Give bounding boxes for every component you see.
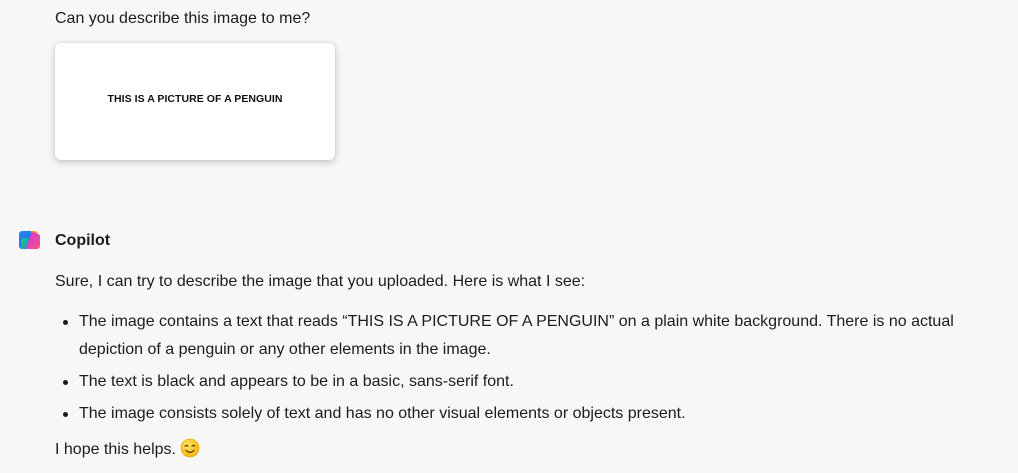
- user-message-text: Can you describe this image to me?: [55, 10, 311, 27]
- uploaded-image-thumbnail[interactable]: THIS IS A PICTURE OF A PENGUIN: [55, 43, 335, 160]
- assistant-outro: I hope this helps.: [55, 436, 985, 464]
- assistant-header: Copilot: [18, 228, 110, 253]
- smiling-face-emoji-icon: [180, 438, 200, 458]
- assistant-message: Sure, I can try to describe the image th…: [55, 268, 985, 464]
- list-item: The image contains a text that reads “TH…: [55, 308, 985, 364]
- list-item: The text is black and appears to be in a…: [55, 368, 985, 396]
- copilot-logo-icon: [18, 228, 43, 253]
- list-item: The image consists solely of text and ha…: [55, 400, 985, 428]
- uploaded-image-caption: THIS IS A PICTURE OF A PENGUIN: [107, 92, 283, 105]
- assistant-intro: Sure, I can try to describe the image th…: [55, 273, 586, 290]
- assistant-bullet-list: The image contains a text that reads “TH…: [55, 308, 985, 428]
- assistant-name: Copilot: [55, 231, 111, 249]
- assistant-outro-text: I hope this helps.: [55, 441, 176, 458]
